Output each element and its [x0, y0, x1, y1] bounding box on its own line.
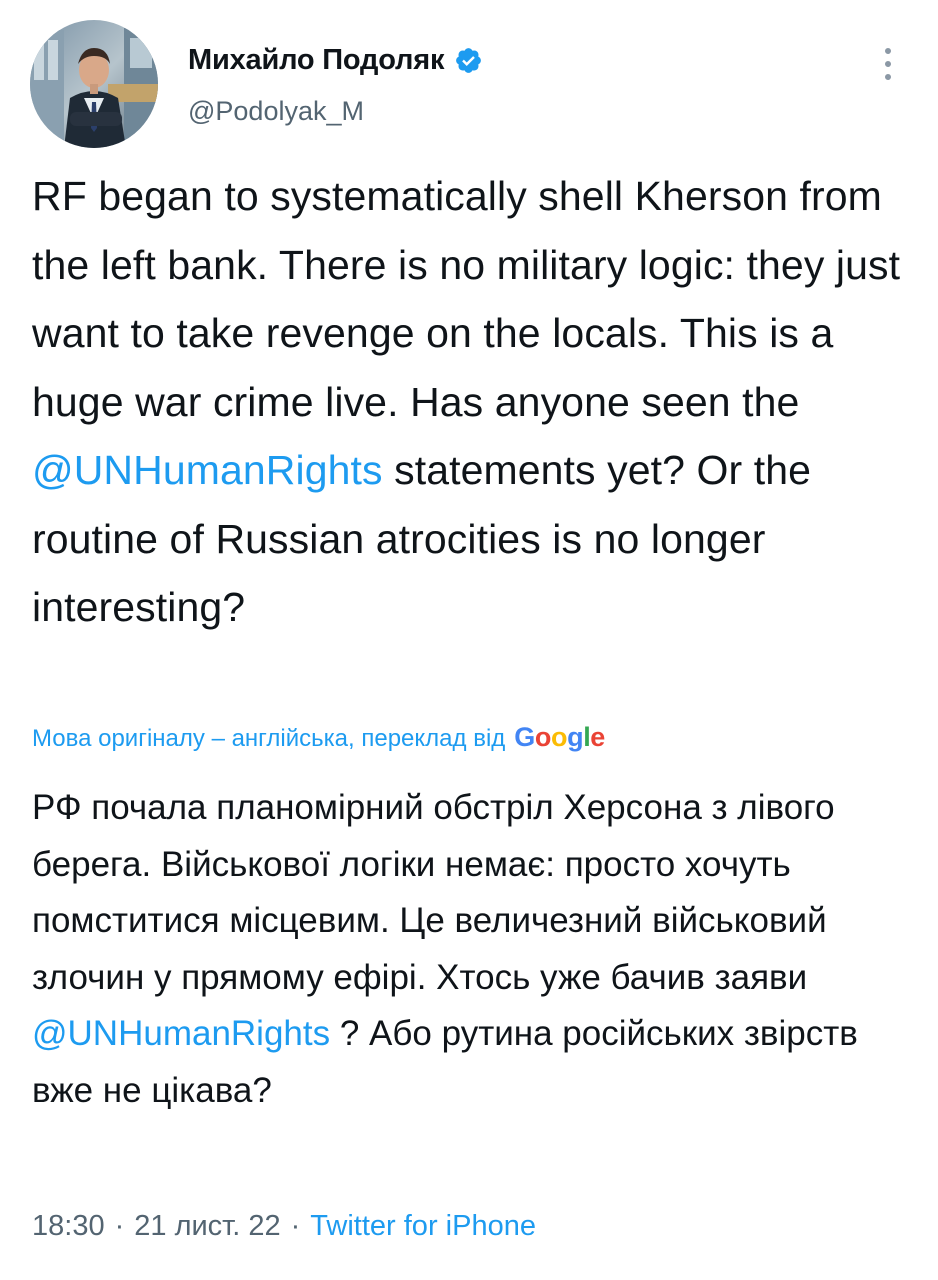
- author-name-row: Михайло Подоляк: [188, 40, 483, 80]
- meta-separator: ·: [290, 1210, 301, 1242]
- more-dot: [885, 48, 891, 54]
- more-dot: [885, 74, 891, 80]
- translation-notice[interactable]: Мова оригіналу – англійська, переклад ві…: [32, 722, 605, 753]
- tweet-time[interactable]: 18:30: [32, 1210, 105, 1243]
- tweet-text: RF began to systematically shell Kherson…: [32, 162, 922, 642]
- author-name[interactable]: Михайло Подоляк: [188, 44, 445, 77]
- translation-notice-text: Мова оригіналу – англійська, переклад ві…: [32, 725, 506, 752]
- tweet-text-part-1: RF began to systematically shell Kherson…: [32, 173, 901, 425]
- more-vertical-icon[interactable]: [876, 44, 900, 84]
- google-logo: Google: [514, 722, 605, 752]
- tweet-meta: 18:30 · 21 лист. 22 · Twitter for iPhone: [32, 1210, 536, 1243]
- author-handle[interactable]: @Podolyak_M: [188, 96, 364, 127]
- avatar[interactable]: [30, 20, 158, 148]
- tweet-header: Михайло Подоляк @Podolyak_M: [0, 0, 938, 150]
- translated-text: РФ почала планомірний обстріл Херсона з …: [32, 780, 922, 1119]
- mention-link[interactable]: @UNHumanRights: [32, 447, 383, 493]
- avatar-image: [30, 20, 158, 148]
- tweet-source[interactable]: Twitter for iPhone: [310, 1210, 536, 1243]
- translated-mention-link[interactable]: @UNHumanRights: [32, 1014, 330, 1053]
- more-dot: [885, 61, 891, 67]
- tweet-date[interactable]: 21 лист. 22: [134, 1210, 280, 1243]
- meta-separator: ·: [114, 1210, 125, 1242]
- translated-text-part-1: РФ почала планомірний обстріл Херсона з …: [32, 788, 835, 997]
- verified-badge-icon: [454, 46, 483, 75]
